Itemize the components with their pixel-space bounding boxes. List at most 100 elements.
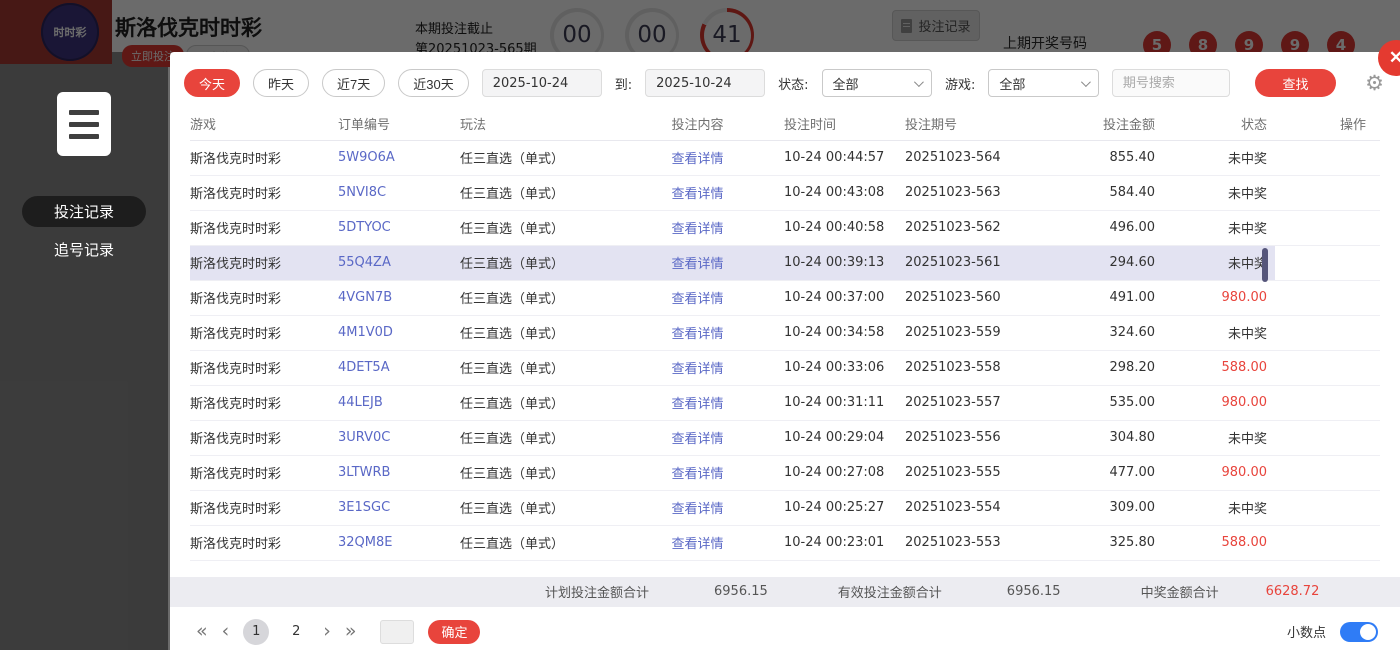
cell-status: 未中奖 bbox=[1155, 315, 1275, 350]
order-number-link[interactable]: 4VGN7B bbox=[338, 280, 460, 315]
order-number-link[interactable]: 5NVI8C bbox=[338, 175, 460, 210]
view-details-link[interactable]: 查看详情 bbox=[625, 525, 770, 560]
cell-game: 斯洛伐克时时彩 bbox=[190, 385, 338, 420]
period-search-input[interactable] bbox=[1112, 69, 1230, 97]
view-details-link[interactable]: 查看详情 bbox=[625, 175, 770, 210]
cell-action bbox=[1275, 140, 1380, 175]
records-table-body: 斯洛伐克时时彩 5W9O6A 任三直选（单式） 查看详情 10-24 00:44… bbox=[190, 140, 1380, 560]
view-details-link[interactable]: 查看详情 bbox=[625, 420, 770, 455]
search-button[interactable]: 查找 bbox=[1255, 69, 1336, 97]
column-header-7: 投注金额 bbox=[1035, 108, 1155, 140]
cell-amount: 491.00 bbox=[1035, 280, 1155, 315]
cell-amount: 855.40 bbox=[1035, 140, 1155, 175]
cell-amount: 496.00 bbox=[1035, 210, 1155, 245]
filter-30days-button[interactable]: 近30天 bbox=[398, 69, 468, 97]
cell-bet-time: 10-24 00:34:58 bbox=[770, 315, 905, 350]
view-details-link[interactable]: 查看详情 bbox=[625, 280, 770, 315]
cell-amount: 304.80 bbox=[1035, 420, 1155, 455]
cell-action bbox=[1275, 210, 1380, 245]
table-row[interactable]: 斯洛伐克时时彩 55Q4ZA 任三直选（单式） 查看详情 10-24 00:39… bbox=[190, 245, 1380, 280]
column-header-1: 游戏 bbox=[190, 108, 338, 140]
order-number-link[interactable]: 55Q4ZA bbox=[338, 245, 460, 280]
date-from-input[interactable] bbox=[482, 69, 602, 97]
cell-status: 588.00 bbox=[1155, 350, 1275, 385]
prev-page-button[interactable]: ‹ bbox=[222, 622, 230, 641]
decimal-toggle[interactable] bbox=[1340, 622, 1378, 642]
table-row[interactable]: 斯洛伐克时时彩 4VGN7B 任三直选（单式） 查看详情 10-24 00:37… bbox=[190, 280, 1380, 315]
table-row[interactable]: 斯洛伐克时时彩 4M1V0D 任三直选（单式） 查看详情 10-24 00:34… bbox=[190, 315, 1380, 350]
next-page-button[interactable]: › bbox=[323, 622, 331, 641]
cell-bet-time: 10-24 00:33:06 bbox=[770, 350, 905, 385]
cell-play-type: 任三直选（单式） bbox=[460, 315, 625, 350]
game-select[interactable]: 全部 bbox=[988, 69, 1099, 97]
order-number-link[interactable]: 32QM8E bbox=[338, 525, 460, 560]
status-select[interactable]: 全部 bbox=[822, 69, 933, 97]
table-row[interactable]: 斯洛伐克时时彩 3URV0C 任三直选（单式） 查看详情 10-24 00:29… bbox=[190, 420, 1380, 455]
cell-game: 斯洛伐克时时彩 bbox=[190, 350, 338, 385]
view-details-link[interactable]: 查看详情 bbox=[625, 455, 770, 490]
view-details-link[interactable]: 查看详情 bbox=[625, 315, 770, 350]
win-total-value: 6628.72 bbox=[1266, 584, 1320, 599]
view-details-link[interactable]: 查看详情 bbox=[625, 350, 770, 385]
view-details-link[interactable]: 查看详情 bbox=[625, 140, 770, 175]
filter-yesterday-button[interactable]: 昨天 bbox=[253, 69, 309, 97]
cell-period: 20251023-553 bbox=[905, 525, 1035, 560]
column-header-3: 玩法 bbox=[460, 108, 625, 140]
order-number-link[interactable]: 3E1SGC bbox=[338, 490, 460, 525]
order-number-link[interactable]: 5DTYOC bbox=[338, 210, 460, 245]
scrollbar-thumb[interactable] bbox=[1262, 248, 1268, 282]
cell-bet-time: 10-24 00:44:57 bbox=[770, 140, 905, 175]
valid-total-label: 有效投注金额合计 bbox=[838, 582, 942, 601]
filter-today-button[interactable]: 今天 bbox=[184, 69, 240, 97]
filter-7days-button[interactable]: 近7天 bbox=[322, 69, 385, 97]
table-row[interactable]: 斯洛伐克时时彩 5W9O6A 任三直选（单式） 查看详情 10-24 00:44… bbox=[190, 140, 1380, 175]
table-row[interactable]: 斯洛伐克时时彩 5DTYOC 任三直选（单式） 查看详情 10-24 00:40… bbox=[190, 210, 1380, 245]
sidebar-item-bet-records[interactable]: 投注记录 bbox=[22, 196, 146, 227]
chevron-down-icon bbox=[1081, 77, 1091, 87]
sidebar-item-chase-records[interactable]: 追号记录 bbox=[22, 234, 146, 265]
order-number-link[interactable]: 4M1V0D bbox=[338, 315, 460, 350]
order-number-link[interactable]: 44LEJB bbox=[338, 385, 460, 420]
modal-sidebar: 投注记录 追号记录 bbox=[0, 52, 168, 650]
cell-bet-time: 10-24 00:40:58 bbox=[770, 210, 905, 245]
order-number-link[interactable]: 3URV0C bbox=[338, 420, 460, 455]
cell-period: 20251023-556 bbox=[905, 420, 1035, 455]
view-details-link[interactable]: 查看详情 bbox=[625, 490, 770, 525]
order-number-link[interactable]: 5W9O6A bbox=[338, 140, 460, 175]
cell-action bbox=[1275, 245, 1380, 280]
view-details-link[interactable]: 查看详情 bbox=[625, 385, 770, 420]
cell-play-type: 任三直选（单式） bbox=[460, 175, 625, 210]
view-details-link[interactable]: 查看详情 bbox=[625, 245, 770, 280]
toggle-knob bbox=[1360, 624, 1376, 640]
cell-status: 588.00 bbox=[1155, 525, 1275, 560]
last-page-button[interactable]: » bbox=[345, 622, 357, 641]
cell-bet-time: 10-24 00:27:08 bbox=[770, 455, 905, 490]
view-details-link[interactable]: 查看详情 bbox=[625, 210, 770, 245]
table-row[interactable]: 斯洛伐克时时彩 3LTWRB 任三直选（单式） 查看详情 10-24 00:27… bbox=[190, 455, 1380, 490]
page-number-input[interactable] bbox=[380, 620, 414, 644]
cell-status: 980.00 bbox=[1155, 280, 1275, 315]
confirm-button[interactable]: 确定 bbox=[428, 620, 480, 644]
table-row[interactable]: 斯洛伐克时时彩 44LEJB 任三直选（单式） 查看详情 10-24 00:31… bbox=[190, 385, 1380, 420]
cell-status: 未中奖 bbox=[1155, 420, 1275, 455]
table-row[interactable]: 斯洛伐克时时彩 32QM8E 任三直选（单式） 查看详情 10-24 00:23… bbox=[190, 525, 1380, 560]
date-to-input[interactable] bbox=[645, 69, 765, 97]
table-row[interactable]: 斯洛伐克时时彩 4DET5A 任三直选（单式） 查看详情 10-24 00:33… bbox=[190, 350, 1380, 385]
cell-game: 斯洛伐克时时彩 bbox=[190, 315, 338, 350]
cell-bet-time: 10-24 00:39:13 bbox=[770, 245, 905, 280]
order-number-link[interactable]: 4DET5A bbox=[338, 350, 460, 385]
first-page-button[interactable]: « bbox=[196, 622, 208, 641]
cell-amount: 477.00 bbox=[1035, 455, 1155, 490]
filter-bar: 今天 昨天 近7天 近30天 到: 状态: 全部 游戏: 全部 查找 ⚙ bbox=[170, 52, 1400, 108]
cell-bet-time: 10-24 00:37:00 bbox=[770, 280, 905, 315]
order-number-link[interactable]: 3LTWRB bbox=[338, 455, 460, 490]
column-header-8: 状态 bbox=[1155, 108, 1275, 140]
cell-action bbox=[1275, 385, 1380, 420]
table-row[interactable]: 斯洛伐克时时彩 3E1SGC 任三直选（单式） 查看详情 10-24 00:25… bbox=[190, 490, 1380, 525]
cell-bet-time: 10-24 00:29:04 bbox=[770, 420, 905, 455]
page-1-button[interactable]: 1 bbox=[243, 619, 269, 645]
page-2-button[interactable]: 2 bbox=[283, 619, 309, 645]
gear-icon[interactable]: ⚙ bbox=[1365, 71, 1384, 95]
table-row[interactable]: 斯洛伐克时时彩 5NVI8C 任三直选（单式） 查看详情 10-24 00:43… bbox=[190, 175, 1380, 210]
cell-amount: 324.60 bbox=[1035, 315, 1155, 350]
